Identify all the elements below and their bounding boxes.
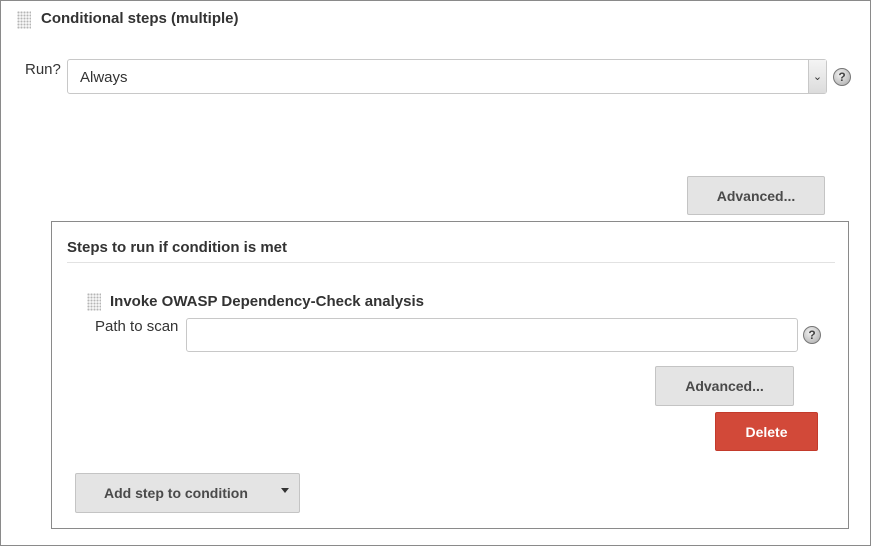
step-advanced-button[interactable]: Advanced... xyxy=(655,366,794,406)
steps-title: Steps to run if condition is met xyxy=(67,239,288,256)
add-step-label: Add step to condition xyxy=(104,485,248,501)
divider xyxy=(67,262,835,263)
chevron-down-icon[interactable]: ⌄ xyxy=(808,60,826,93)
step-drag-handle-icon[interactable] xyxy=(87,293,101,311)
step-title: Invoke OWASP Dependency-Check analysis xyxy=(110,293,425,310)
help-icon[interactable]: ? xyxy=(833,68,851,86)
run-select[interactable]: Always ⌄ xyxy=(67,59,827,94)
conditional-steps-section: Conditional steps (multiple) Run? Always… xyxy=(0,0,871,546)
add-step-button[interactable]: Add step to condition xyxy=(75,473,300,513)
path-to-scan-label: Path to scan xyxy=(95,318,179,335)
step-help-icon[interactable]: ? xyxy=(803,326,821,344)
drag-handle-icon[interactable] xyxy=(17,11,31,29)
section-title: Conditional steps (multiple) xyxy=(41,10,239,27)
advanced-button[interactable]: Advanced... xyxy=(687,176,825,215)
run-select-value: Always xyxy=(80,69,128,86)
caret-down-icon xyxy=(281,488,289,493)
path-to-scan-input[interactable] xyxy=(186,318,798,352)
run-label: Run? xyxy=(25,61,61,78)
steps-container: Steps to run if condition is met Invoke … xyxy=(51,221,849,529)
delete-button[interactable]: Delete xyxy=(715,412,818,451)
